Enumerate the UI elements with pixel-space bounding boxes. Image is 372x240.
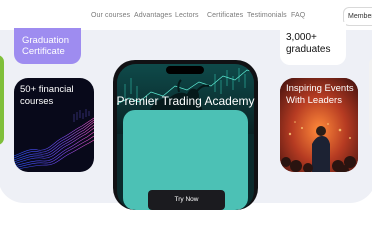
nav-certificates[interactable]: Certificates xyxy=(207,12,243,19)
nav-faq[interactable]: FAQ xyxy=(291,12,305,19)
try-now-button[interactable]: Try Now xyxy=(148,190,225,210)
graduation-card-text: Graduation Certificate xyxy=(22,35,70,57)
green-side-card xyxy=(0,55,4,145)
landing-page: Our courses Advantages Lectors Certifica… xyxy=(0,0,372,240)
phone-notch xyxy=(166,66,204,74)
phone-screen xyxy=(117,64,254,210)
graduates-card: 3,000+ graduates xyxy=(280,22,346,65)
financial-courses-card: 50+ financial courses xyxy=(14,78,94,172)
events-card-text: Inspiring Events With Leaders xyxy=(286,83,354,106)
hero-title: Premier Trading Academy xyxy=(116,94,255,108)
financial-courses-text: 50+ financial courses xyxy=(20,84,74,107)
graduation-card: Graduation Certificate xyxy=(14,28,81,64)
phone-mockup xyxy=(113,60,258,210)
events-card: Inspiring Events With Leaders xyxy=(280,78,358,172)
graduates-card-text: 3,000+ graduates xyxy=(286,32,331,55)
member-area-button[interactable]: Member a xyxy=(343,7,372,26)
nav-advantages[interactable]: Advantages xyxy=(134,12,172,19)
nav-lectors[interactable]: Lectors xyxy=(175,12,199,19)
nav-our-courses[interactable]: Our courses xyxy=(91,12,130,19)
financial-chart-image xyxy=(14,109,94,171)
nav-testimonials[interactable]: Testimonials xyxy=(247,12,287,19)
